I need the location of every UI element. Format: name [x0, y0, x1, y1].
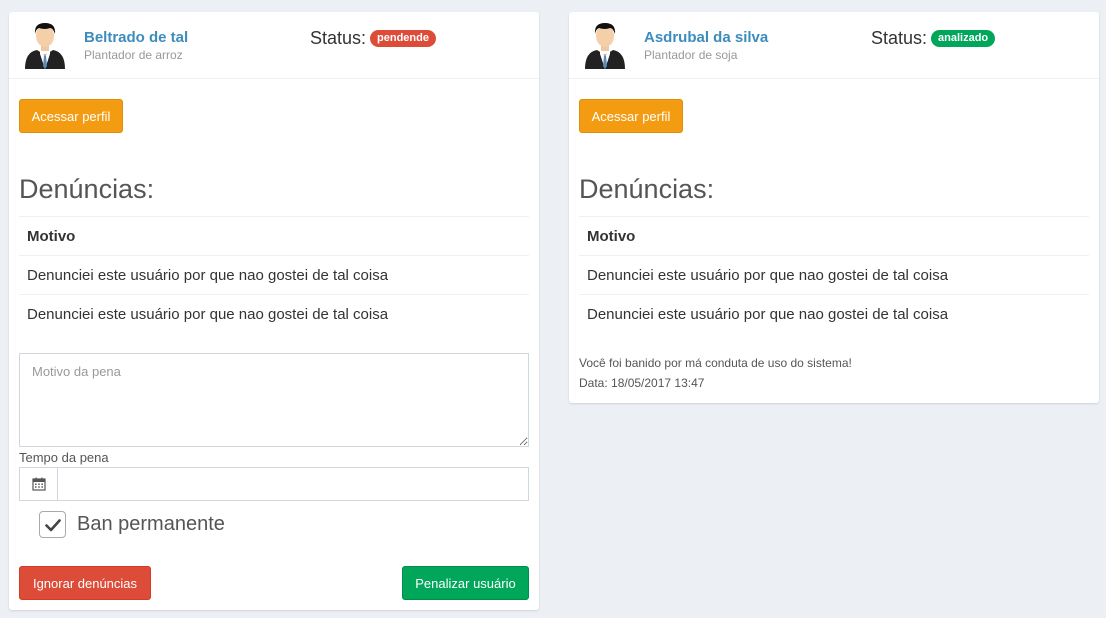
status-group: Status: pendende [310, 28, 436, 49]
card-header: Asdrubal da silva Plantador de soja Stat… [569, 12, 1099, 79]
user-description: Plantador de soja [644, 48, 738, 62]
permanent-ban-checkbox[interactable] [39, 511, 66, 538]
card-header: Beltrado de tal Plantador de arroz Statu… [9, 12, 539, 79]
penalty-reason-field[interactable] [19, 353, 529, 447]
status-badge: pendende [370, 30, 436, 47]
status-group: Status: analizado [871, 28, 996, 49]
penalty-time-group [19, 467, 529, 501]
user-avatar-icon [585, 23, 625, 69]
access-profile-button[interactable]: Acessar perfil [19, 99, 123, 133]
status-label: Status: [310, 28, 367, 48]
table-row: Denunciei este usuário por que nao goste… [19, 255, 529, 294]
table-row: Denunciei este usuário por que nao goste… [579, 294, 1089, 333]
check-icon [44, 518, 61, 531]
reports-title: Denúncias: [19, 174, 155, 204]
calendar-icon[interactable] [20, 468, 58, 500]
status-badge: analizado [931, 30, 996, 47]
ban-message: Você foi banido por má conduta de uso do… [579, 356, 852, 370]
ban-date: Data: 18/05/2017 13:47 [579, 376, 705, 390]
access-profile-button[interactable]: Acessar perfil [579, 99, 683, 133]
report-card-asdrubal: Asdrubal da silva Plantador de soja Stat… [569, 12, 1099, 403]
report-card-beltrado: Beltrado de tal Plantador de arroz Statu… [9, 12, 539, 610]
reports-table: Motivo Denunciei este usuário por que na… [579, 216, 1089, 333]
table-row: Denunciei este usuário por que nao goste… [579, 255, 1089, 294]
user-name-link[interactable]: Asdrubal da silva [644, 29, 768, 46]
reports-title: Denúncias: [579, 174, 715, 204]
user-avatar-icon [25, 23, 65, 69]
table-row: Denunciei este usuário por que nao goste… [19, 294, 529, 333]
table-header-reason: Motivo [19, 216, 529, 255]
table-header-reason: Motivo [579, 216, 1089, 255]
permanent-ban-row: Ban permanente [39, 511, 225, 538]
penalty-time-input[interactable] [58, 468, 528, 500]
user-description: Plantador de arroz [84, 48, 183, 62]
status-label: Status: [871, 28, 928, 48]
reports-table: Motivo Denunciei este usuário por que na… [19, 216, 529, 333]
penalize-user-button[interactable]: Penalizar usuário [402, 566, 529, 600]
permanent-ban-label: Ban permanente [77, 513, 225, 535]
penalty-time-label: Tempo da pena [19, 450, 109, 465]
user-name-link[interactable]: Beltrado de tal [84, 29, 188, 46]
ignore-reports-button[interactable]: Ignorar denúncias [19, 566, 151, 600]
